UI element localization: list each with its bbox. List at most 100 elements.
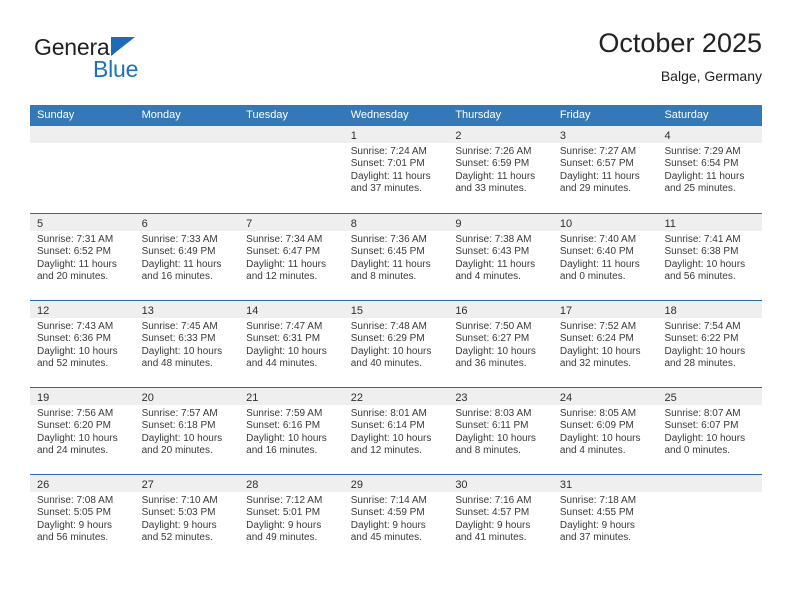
- calendar-day-cell[interactable]: 31 Sunrise: 7:18 AM Sunset: 4:55 PM Dayligh…: [552, 475, 658, 561]
- day-info-line: Sunset: 6:43 PM: [455, 246, 530, 258]
- calendar-day-cell[interactable]: 17 Sunrise: 7:52 AM Sunset: 6:24 PM Dayligh…: [552, 301, 658, 387]
- day-info-line: Sunrise: 7:40 AM: [559, 234, 637, 245]
- day-info-line: Daylight: 10 hours: [350, 345, 432, 357]
- day-info-line: and 12 minutes.: [246, 270, 318, 282]
- weekday-header-tuesday: Tuesday: [246, 109, 288, 121]
- calendar-day-cell[interactable]: 7 Sunrise: 7:34 AM Sunset: 6:47 PM Daylight…: [239, 214, 344, 300]
- day-number: 19: [37, 392, 50, 404]
- day-info-line: Sunset: 6:38 PM: [664, 246, 739, 258]
- calendar-day-cell[interactable]: 16 Sunrise: 7:50 AM Sunset: 6:27 PM Dayligh…: [448, 301, 553, 387]
- calendar-day-cell[interactable]: 20 Sunrise: 7:57 AM Sunset: 6:18 PM Dayligh…: [134, 388, 240, 474]
- calendar-week-row: 12 Sunrise: 7:43 AM Sunset: 6:36 PM Dayligh…: [30, 300, 763, 387]
- calendar-day-cell[interactable]: 1 Sunrise: 7:24 AM Sunset: 7:01 PM Daylight…: [343, 126, 449, 213]
- day-number: 3: [559, 130, 567, 142]
- day-info-line: Sunrise: 7:56 AM: [37, 408, 114, 419]
- calendar-day-cell[interactable]: 22 Sunrise: 8:01 AM Sunset: 6:14 PM Dayligh…: [343, 388, 449, 474]
- day-info-line: and 16 minutes.: [141, 270, 213, 282]
- day-sun-info: Sunrise: 7:57 AM Sunset: 6:18 PM Daylight:…: [135, 405, 240, 457]
- calendar-day-cell[interactable]: 27 Sunrise: 7:10 AM Sunset: 5:03 PM Dayligh…: [134, 475, 240, 561]
- calendar-day-cell[interactable]: 30 Sunrise: 7:16 AM Sunset: 4:57 PM Dayligh…: [448, 475, 553, 561]
- calendar-day-cell[interactable]: 3 Sunrise: 7:27 AM Sunset: 6:57 PM Daylight…: [552, 126, 658, 213]
- day-number: 20: [141, 392, 154, 404]
- day-info-line: and 29 minutes.: [559, 182, 632, 194]
- day-number-band: 31: [552, 475, 658, 492]
- day-number-band: 12: [30, 301, 135, 318]
- logo-triangle-icon: [111, 37, 135, 56]
- calendar-day-cell[interactable]: 21 Sunrise: 7:59 AM Sunset: 6:16 PM Dayligh…: [239, 388, 344, 474]
- day-info-line: Daylight: 11 hours: [350, 258, 431, 270]
- day-info-line: Sunset: 5:03 PM: [141, 507, 216, 519]
- logo-text-blue: Blue: [93, 56, 139, 82]
- day-number: 14: [246, 305, 259, 317]
- day-sun-info: Sunrise: 8:03 AM Sunset: 6:11 PM Daylight:…: [448, 405, 553, 457]
- calendar-week-row: 19 Sunrise: 7:56 AM Sunset: 6:20 PM Dayligh…: [30, 387, 763, 474]
- day-info-line: Sunrise: 7:27 AM: [559, 146, 637, 157]
- day-info-line: Sunrise: 7:57 AM: [141, 408, 218, 419]
- day-info-line: Sunset: 6:40 PM: [559, 246, 634, 258]
- day-info-line: Daylight: 11 hours: [37, 258, 117, 270]
- day-number: 31: [559, 479, 573, 491]
- day-info-line: Daylight: 10 hours: [455, 432, 536, 444]
- day-sun-info: Sunrise: 7:40 AM Sunset: 6:40 PM Daylight:…: [553, 231, 658, 283]
- calendar-day-cell[interactable]: 19 Sunrise: 7:56 AM Sunset: 6:20 PM Dayligh…: [30, 388, 135, 474]
- day-number: 10: [559, 218, 573, 230]
- day-info-line: and 4 minutes.: [455, 270, 521, 282]
- day-info-line: Daylight: 9 hours: [37, 519, 113, 531]
- calendar-day-cell[interactable]: 4 Sunrise: 7:29 AM Sunset: 6:54 PM Daylight…: [657, 126, 763, 213]
- title-block: October 2025 Balge, Germany: [598, 26, 762, 87]
- day-number: 12: [37, 305, 50, 317]
- day-info-line: Sunrise: 7:16 AM: [455, 495, 532, 506]
- calendar-day-cell-empty: [239, 126, 344, 213]
- calendar-day-cell[interactable]: 14 Sunrise: 7:47 AM Sunset: 6:31 PM Dayligh…: [239, 301, 344, 387]
- calendar-day-cell[interactable]: 18 Sunrise: 7:54 AM Sunset: 6:22 PM Dayligh…: [657, 301, 763, 387]
- day-sun-info: Sunrise: 8:07 AM Sunset: 6:07 PM Daylight:…: [657, 405, 762, 457]
- calendar-day-cell[interactable]: 29 Sunrise: 7:14 AM Sunset: 4:59 PM Dayligh…: [343, 475, 449, 561]
- day-info-line: Sunrise: 7:45 AM: [141, 321, 218, 332]
- day-number-band: 7: [239, 214, 344, 231]
- day-info-line: and 0 minutes.: [664, 444, 731, 456]
- page-title: October 2025: [598, 28, 762, 58]
- day-info-line: Sunset: 6:31 PM: [246, 333, 321, 345]
- calendar-day-cell[interactable]: 2 Sunrise: 7:26 AM Sunset: 6:59 PM Daylight…: [448, 126, 553, 213]
- day-number-band: 6: [134, 214, 240, 231]
- day-info-line: Daylight: 11 hours: [141, 258, 222, 270]
- weekday-header-monday: Monday: [141, 109, 181, 121]
- day-info-line: and 25 minutes.: [664, 182, 736, 194]
- day-info-line: and 41 minutes.: [455, 531, 527, 543]
- day-info-line: and 20 minutes.: [141, 444, 213, 456]
- calendar-day-cell[interactable]: 13 Sunrise: 7:45 AM Sunset: 6:33 PM Dayligh…: [134, 301, 240, 387]
- calendar-day-cell[interactable]: 25 Sunrise: 8:07 AM Sunset: 6:07 PM Dayligh…: [657, 388, 763, 474]
- day-number: 21: [246, 392, 259, 404]
- calendar-day-cell[interactable]: 10 Sunrise: 7:40 AM Sunset: 6:40 PM Dayligh…: [552, 214, 658, 300]
- calendar-week-row: 1 Sunrise: 7:24 AM Sunset: 7:01 PM Daylight…: [30, 126, 763, 213]
- day-sun-info: Sunrise: 7:48 AM Sunset: 6:29 PM Daylight:…: [344, 318, 449, 370]
- calendar-day-cell[interactable]: 5 Sunrise: 7:31 AM Sunset: 6:52 PM Daylight…: [30, 214, 135, 300]
- day-sun-info: Sunrise: 7:56 AM Sunset: 6:20 PM Daylight:…: [30, 405, 135, 457]
- day-number-band: 23: [448, 388, 553, 405]
- day-sun-info: Sunrise: 7:54 AM Sunset: 6:22 PM Daylight:…: [657, 318, 762, 370]
- day-info-line: Sunset: 6:29 PM: [350, 333, 425, 345]
- day-info-line: Sunset: 6:52 PM: [37, 246, 111, 258]
- day-info-line: and 45 minutes.: [350, 531, 422, 543]
- calendar-day-cell[interactable]: 11 Sunrise: 7:41 AM Sunset: 6:38 PM Dayligh…: [657, 214, 763, 300]
- calendar-day-cell[interactable]: 24 Sunrise: 8:05 AM Sunset: 6:09 PM Dayligh…: [552, 388, 658, 474]
- calendar-day-cell[interactable]: 23 Sunrise: 8:03 AM Sunset: 6:11 PM Dayligh…: [448, 388, 553, 474]
- day-info-line: Daylight: 10 hours: [664, 345, 746, 357]
- calendar-day-cell[interactable]: 12 Sunrise: 7:43 AM Sunset: 6:36 PM Dayligh…: [30, 301, 135, 387]
- day-info-line: Sunrise: 7:14 AM: [350, 495, 427, 506]
- generalblue-logo[interactable]: General Blue: [34, 34, 194, 86]
- calendar-day-cell[interactable]: 6 Sunrise: 7:33 AM Sunset: 6:49 PM Daylight…: [134, 214, 240, 300]
- day-sun-info: Sunrise: 7:47 AM Sunset: 6:31 PM Daylight:…: [239, 318, 344, 370]
- calendar-day-cell[interactable]: 8 Sunrise: 7:36 AM Sunset: 6:45 PM Daylight…: [343, 214, 449, 300]
- calendar-day-cell[interactable]: 9 Sunrise: 7:38 AM Sunset: 6:43 PM Daylight…: [448, 214, 553, 300]
- day-number-band: 2: [448, 126, 553, 143]
- calendar-day-cell[interactable]: 15 Sunrise: 7:48 AM Sunset: 6:29 PM Dayligh…: [343, 301, 449, 387]
- day-info-line: Sunrise: 7:47 AM: [246, 321, 323, 332]
- calendar-day-cell[interactable]: 28 Sunrise: 7:12 AM Sunset: 5:01 PM Dayligh…: [239, 475, 344, 561]
- day-info-line: Daylight: 10 hours: [141, 345, 223, 357]
- day-number-band: 24: [552, 388, 658, 405]
- day-info-line: and 28 minutes.: [664, 357, 736, 369]
- calendar-day-cell[interactable]: 26 Sunrise: 7:08 AM Sunset: 5:05 PM Dayligh…: [30, 475, 135, 561]
- page-subtitle: Balge, Germany: [660, 68, 762, 84]
- day-number-band: 5: [30, 214, 135, 231]
